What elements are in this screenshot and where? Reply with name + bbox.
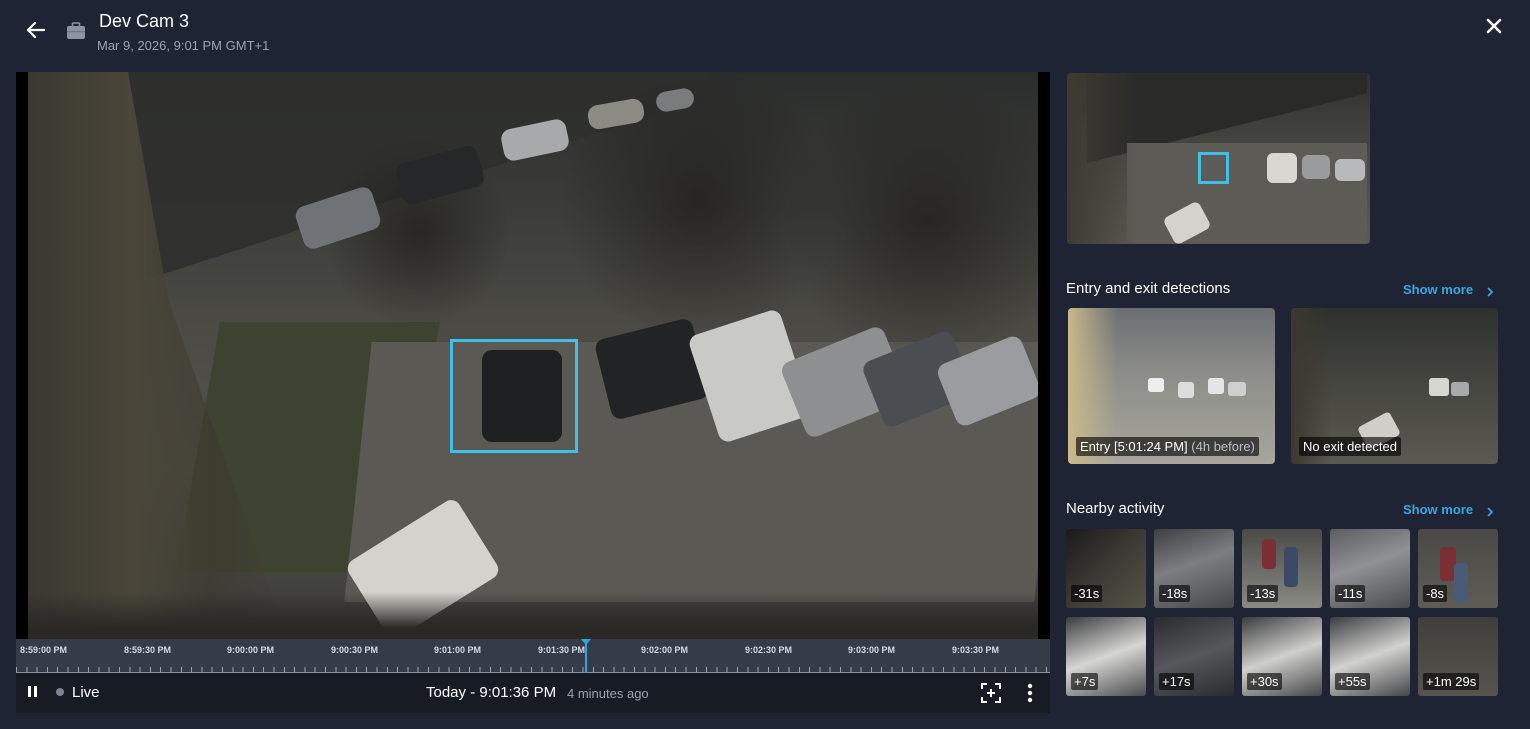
activity-offset: -18s: [1159, 585, 1191, 602]
nearby-activity-thumbnail[interactable]: -31s: [1066, 529, 1146, 608]
nearby-activity-thumbnail[interactable]: -8s: [1418, 529, 1498, 608]
timeline-label: 8:59:00 PM: [20, 645, 68, 655]
nearby-activity-thumbnail[interactable]: -13s: [1242, 529, 1322, 608]
entry-exit-title: Entry and exit detections: [1066, 280, 1231, 297]
chevron-right-icon[interactable]: [1486, 504, 1494, 517]
nearby-activity-thumbnail[interactable]: +1m 29s: [1418, 617, 1498, 696]
nearby-activity-thumbnail[interactable]: -11s: [1330, 529, 1410, 608]
timeline-label: 9:02:00 PM: [641, 645, 689, 655]
nearby-activity-thumbnail[interactable]: +17s: [1154, 617, 1234, 696]
entry-exit-show-more[interactable]: Show more: [1403, 282, 1473, 297]
timeline-label: 9:02:30 PM: [745, 645, 793, 655]
activity-offset: -13s: [1247, 585, 1279, 602]
activity-offset: -11s: [1335, 585, 1366, 602]
activity-offset: +30s: [1247, 673, 1282, 690]
entry-time: Entry [5:01:24 PM]: [1080, 439, 1188, 454]
exit-label: No exit detected: [1299, 437, 1401, 456]
activity-offset: +1m 29s: [1423, 673, 1480, 690]
chevron-right-icon[interactable]: [1486, 284, 1494, 297]
time-ago: 4 minutes ago: [567, 686, 649, 701]
focus-button[interactable]: [980, 682, 1002, 704]
live-status-dot: [56, 688, 64, 696]
activity-offset: +17s: [1159, 673, 1194, 690]
video-player[interactable]: [16, 72, 1050, 639]
focus-frame-icon: [981, 683, 1001, 703]
timeline-label: 9:00:00 PM: [227, 645, 275, 655]
player-controls: Live Today - 9:01:36 PM 4 minutes ago: [16, 673, 1050, 713]
timeline-label: 8:59:30 PM: [124, 645, 172, 655]
pause-icon: [28, 686, 31, 697]
exit-detection-card[interactable]: No exit detected: [1291, 308, 1498, 464]
activity-offset: -31s: [1071, 585, 1103, 602]
briefcase-icon: [66, 22, 86, 40]
pause-icon: [34, 686, 37, 697]
activity-offset: -8s: [1423, 585, 1448, 602]
page-subtitle: Mar 9, 2026, 9:01 PM GMT+1: [97, 38, 270, 53]
current-time: Today - 9:01:36 PM: [426, 684, 557, 701]
nearby-show-more[interactable]: Show more: [1403, 502, 1473, 517]
page-title: Dev Cam 3: [99, 11, 190, 31]
nearby-activity-thumbnail[interactable]: -18s: [1154, 529, 1234, 608]
more-vertical-icon: [1027, 683, 1033, 703]
timeline-label: 9:01:30 PM: [538, 645, 586, 655]
timeline-cursor-head[interactable]: [581, 639, 591, 645]
close-icon: [1486, 18, 1502, 34]
camera-overview-thumbnail[interactable]: [1067, 73, 1370, 244]
timeline-label: 9:03:00 PM: [848, 645, 896, 655]
overview-detection-box: [1198, 152, 1229, 184]
nearby-activity-thumbnail[interactable]: +30s: [1242, 617, 1322, 696]
back-button[interactable]: [24, 18, 48, 42]
nearby-activity-thumbnail[interactable]: +55s: [1330, 617, 1410, 696]
entry-label: Entry [5:01:24 PM] (4h before): [1076, 437, 1259, 456]
arrow-left-icon: [26, 21, 46, 39]
nearby-activity-title: Nearby activity: [1066, 500, 1165, 517]
timeline-ticks: [16, 659, 1050, 673]
live-button[interactable]: Live: [72, 684, 100, 701]
timeline-label: 9:00:30 PM: [331, 645, 379, 655]
more-options-button[interactable]: [1022, 682, 1038, 704]
header: Dev Cam 3 Mar 9, 2026, 9:01 PM GMT+1: [0, 0, 1530, 64]
detection-bounding-box: [450, 339, 578, 453]
close-button[interactable]: [1482, 14, 1506, 38]
entry-detection-card[interactable]: Entry [5:01:24 PM] (4h before): [1068, 308, 1275, 464]
activity-offset: +55s: [1335, 673, 1370, 690]
timeline-label: 9:01:00 PM: [434, 645, 482, 655]
activity-offset: +7s: [1071, 673, 1099, 690]
timeline-scrubber[interactable]: 8:59:00 PM 8:59:30 PM 9:00:00 PM 9:00:30…: [16, 639, 1050, 673]
timeline-label: 9:03:30 PM: [952, 645, 1000, 655]
nearby-activity-thumbnail[interactable]: +7s: [1066, 617, 1146, 696]
entry-relative: (4h before): [1191, 439, 1255, 454]
pause-button[interactable]: [26, 685, 40, 699]
